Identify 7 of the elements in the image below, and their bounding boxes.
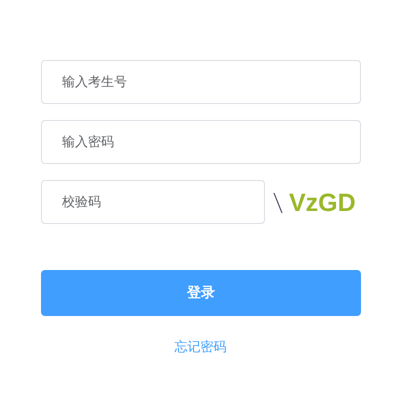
captcha-field[interactable]: 校验码 — [41, 180, 265, 224]
input-field[interactable]: 输入密码 — [41, 120, 361, 164]
input-field[interactable]: 输入考生号 — [41, 60, 361, 104]
captcha-image[interactable]: VzGD — [289, 188, 356, 218]
noise-line-icon — [273, 192, 283, 214]
forgot-password-link[interactable]: 忘记密码 — [174, 338, 226, 356]
login-button[interactable]: 登录 — [41, 270, 361, 316]
